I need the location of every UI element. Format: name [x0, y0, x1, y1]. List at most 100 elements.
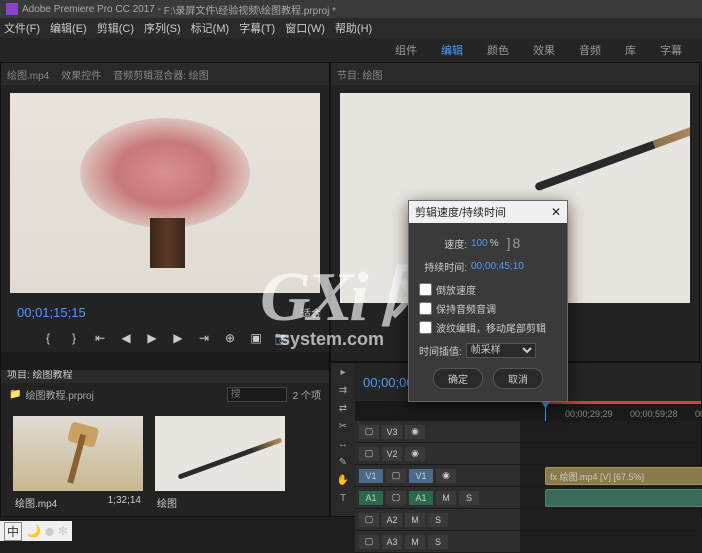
cancel-button[interactable]: 取消	[493, 368, 543, 389]
mode-assembly[interactable]: 组件	[395, 42, 417, 58]
ime-lang[interactable]: 中	[4, 522, 22, 541]
a3-mute[interactable]: M	[405, 535, 425, 549]
menu-subtitle[interactable]: 字幕(T)	[239, 20, 275, 36]
source-timecode[interactable]: 00;01;15;15	[9, 301, 94, 324]
play-button[interactable]: ▶	[143, 329, 161, 347]
mode-captions[interactable]: 字幕	[660, 42, 682, 58]
menu-clip[interactable]: 剪辑(C)	[97, 20, 134, 36]
step-fwd-button[interactable]: ▶	[169, 329, 187, 347]
a3-toggle[interactable]: ▢	[359, 535, 379, 549]
v3-label[interactable]: V3	[382, 425, 402, 439]
menu-sequence[interactable]: 序列(S)	[144, 20, 181, 36]
source-ruler[interactable]	[1, 352, 329, 370]
pitch-checkbox[interactable]	[419, 302, 432, 315]
a2-toggle[interactable]: ▢	[359, 513, 379, 527]
v1-content[interactable]: fx 绘图.mp4 [V] [67.5%]	[520, 465, 701, 486]
source-fit[interactable]: 适合	[301, 305, 321, 320]
menu-file[interactable]: 文件(F)	[4, 20, 40, 36]
mark-in-button[interactable]: {	[39, 329, 57, 347]
a1-label[interactable]: A1	[409, 491, 433, 505]
a1-content[interactable]	[520, 487, 701, 508]
go-out-button[interactable]: ⇥	[195, 329, 213, 347]
project-item-1[interactable]: 绘图.mp4 1;32;14	[13, 416, 143, 514]
v1-label[interactable]: V1	[409, 469, 433, 483]
ok-button[interactable]: 确定	[433, 368, 483, 389]
menu-window[interactable]: 窗口(W)	[285, 20, 325, 36]
dialog-close-button[interactable]: ✕	[551, 205, 561, 219]
a3-label[interactable]: A3	[382, 535, 402, 549]
interp-select[interactable]: 帧采样	[466, 343, 536, 358]
playhead[interactable]	[545, 401, 546, 421]
mode-library[interactable]: 库	[625, 42, 636, 58]
link-icon[interactable]: ]	[507, 235, 511, 251]
ime-dot-icon[interactable]: ⬤	[45, 527, 54, 536]
a2-solo[interactable]: S	[428, 513, 448, 527]
a1-src[interactable]: A1	[359, 491, 383, 505]
ime-gear-icon[interactable]: ✻	[58, 524, 68, 538]
v1-eye[interactable]: ◉	[436, 469, 456, 483]
project-item-2[interactable]: 绘图	[155, 416, 285, 514]
selection-tool[interactable]: ▸	[335, 367, 351, 381]
mode-color[interactable]: 颜色	[487, 42, 509, 58]
step-back-button[interactable]: ◀	[117, 329, 135, 347]
reverse-checkbox[interactable]	[419, 283, 432, 296]
v3-eye[interactable]: ◉	[405, 425, 425, 439]
audio-clip[interactable]	[545, 489, 702, 507]
type-tool[interactable]: T	[335, 493, 351, 507]
source-tab-audio[interactable]: 音频剪辑混合器: 绘图	[113, 67, 209, 82]
ripple-checkbox[interactable]	[419, 321, 432, 334]
a2-label[interactable]: A2	[382, 513, 402, 527]
program-tab[interactable]: 节目: 绘图	[337, 67, 383, 82]
insert-button[interactable]: ⊕	[221, 329, 239, 347]
v2-content[interactable]	[520, 443, 701, 464]
dialog-titlebar[interactable]: 剪辑速度/持续时间 ✕	[409, 201, 567, 223]
ripple-tool[interactable]: ⇄	[335, 403, 351, 417]
speed-input[interactable]: 100	[471, 238, 488, 249]
link-chain-icon[interactable]: 8	[512, 235, 520, 251]
go-in-button[interactable]: ⇤	[91, 329, 109, 347]
reverse-check-row: 倒放速度	[419, 282, 557, 297]
menu-edit[interactable]: 编辑(E)	[50, 20, 87, 36]
menu-help[interactable]: 帮助(H)	[335, 20, 372, 36]
duration-input[interactable]: 00;00;45;10	[471, 261, 524, 272]
workspace-bar: 组件 编辑 颜色 效果 音频 库 字幕	[0, 38, 702, 62]
v2-toggle[interactable]: ▢	[359, 447, 379, 461]
v1-toggle[interactable]: ▢	[386, 469, 406, 483]
v3-toggle[interactable]: ▢	[359, 425, 379, 439]
a1-toggle[interactable]: ▢	[386, 491, 406, 505]
a2-mute[interactable]: M	[405, 513, 425, 527]
timeline-ruler[interactable]: 00;00;29;29 00;00;59;28 00;01;29;27	[355, 401, 701, 421]
mode-editing[interactable]: 编辑	[441, 42, 463, 58]
source-tab-clip[interactable]: 绘图.mp4	[7, 67, 49, 82]
ime-moon-icon[interactable]: 🌙	[26, 524, 41, 538]
razor-tool[interactable]: ✂	[335, 421, 351, 435]
mode-audio[interactable]: 音频	[579, 42, 601, 58]
mode-effects[interactable]: 效果	[533, 42, 555, 58]
a2-content[interactable]	[520, 509, 701, 530]
slip-tool[interactable]: ↔	[335, 439, 351, 453]
overwrite-button[interactable]: ▣	[247, 329, 265, 347]
project-search[interactable]	[227, 387, 287, 402]
a3-solo[interactable]: S	[428, 535, 448, 549]
export-frame-button[interactable]: 📷	[273, 329, 291, 347]
a1-mute[interactable]: M	[436, 491, 456, 505]
v2-label[interactable]: V2	[382, 447, 402, 461]
work-area-bar[interactable]	[547, 401, 701, 404]
a1-solo[interactable]: S	[459, 491, 479, 505]
a3-content[interactable]	[520, 531, 701, 552]
track-v2: ▢V2◉	[355, 443, 701, 465]
dialog-title-text: 剪辑速度/持续时间	[415, 204, 506, 220]
source-tab-effects[interactable]: 效果控件	[61, 67, 101, 82]
v2-eye[interactable]: ◉	[405, 447, 425, 461]
speed-row: 速度: 100 % ] 8	[419, 235, 557, 251]
source-preview[interactable]	[10, 93, 320, 293]
video-clip[interactable]: fx 绘图.mp4 [V] [67.5%]	[545, 467, 702, 485]
project-thumbnails: 绘图.mp4 1;32;14 绘图	[1, 406, 329, 524]
mark-out-button[interactable]: }	[65, 329, 83, 347]
track-select-tool[interactable]: ⇉	[335, 385, 351, 399]
v3-content[interactable]	[520, 421, 701, 442]
pen-tool[interactable]: ✎	[335, 457, 351, 471]
hand-tool[interactable]: ✋	[335, 475, 351, 489]
v1-src[interactable]: V1	[359, 469, 383, 483]
menu-marker[interactable]: 标记(M)	[191, 20, 230, 36]
